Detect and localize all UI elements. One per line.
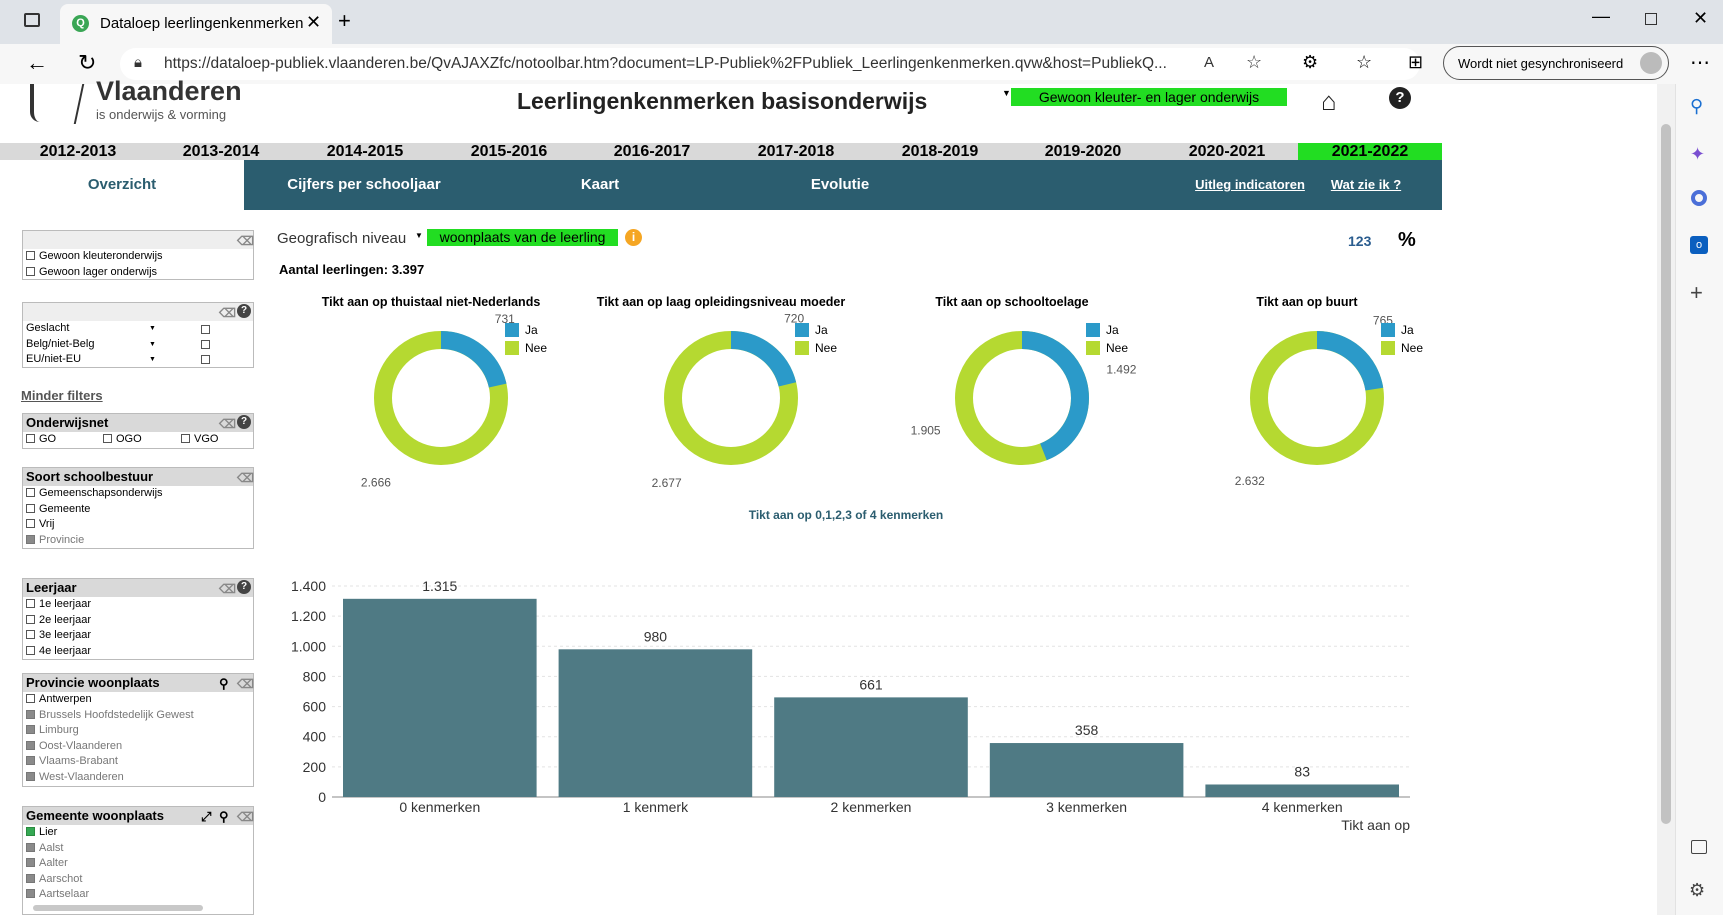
donut-title: Tikt aan op thuistaal niet-Nederlands [322, 295, 541, 309]
copilot-icon[interactable]: ✦ [1690, 144, 1705, 165]
donut-title: Tikt aan op schooltoelage [935, 295, 1088, 309]
legend-swatch-nee [505, 341, 519, 355]
legend-swatch-ja [1381, 323, 1395, 337]
bar-value-label: 83 [1294, 763, 1310, 779]
legend-swatch-ja [795, 323, 809, 337]
donut-title: Tikt aan op buurt [1256, 295, 1358, 309]
data-label: 1.492 [1106, 363, 1136, 377]
bar [774, 697, 968, 797]
y-tick-label: 800 [303, 668, 327, 684]
legend-swatch-ja [1086, 323, 1100, 337]
y-tick-label: 0 [318, 789, 326, 805]
edge-sidebar: ⚲ ✦ o + ⚙ [1675, 84, 1723, 915]
bar-value-label: 661 [859, 676, 883, 692]
bar-value-label: 980 [644, 628, 668, 644]
bar-chart-title: Tikt aan op 0,1,2,3 of 4 kenmerken [749, 508, 944, 522]
add-icon[interactable]: + [1690, 280, 1703, 306]
legend-label: Ja [815, 323, 828, 337]
legend-label: Nee [525, 341, 547, 355]
scrollbar-thumb[interactable] [1661, 124, 1671, 824]
y-tick-label: 200 [303, 759, 327, 775]
bar [989, 743, 1184, 797]
page-scrollbar[interactable] [1657, 84, 1675, 915]
bar [558, 649, 753, 797]
legend-label: Nee [1106, 341, 1128, 355]
x-tick-label: 0 kenmerken [399, 799, 480, 815]
x-tick-label: 2 kenmerken [831, 799, 912, 815]
legend-label: Ja [1106, 323, 1119, 337]
legend-swatch-ja [505, 323, 519, 337]
bar-value-label: 1.315 [422, 578, 457, 594]
y-tick-label: 400 [303, 729, 327, 745]
data-label: 2.666 [361, 476, 391, 490]
legend-label: Nee [815, 341, 837, 355]
legend-label: Ja [1401, 323, 1414, 337]
sidebar-toggle-icon[interactable] [1691, 840, 1707, 854]
search-icon[interactable]: ⚲ [1690, 96, 1703, 117]
charts-area: Tikt aan op thuistaal niet-Nederlands731… [291, 295, 1423, 833]
legend-swatch-nee [795, 341, 809, 355]
y-tick-label: 1.200 [291, 608, 326, 624]
legend-swatch-nee [1381, 341, 1395, 355]
donut-title: Tikt aan op laag opleidingsniveau moeder [597, 295, 846, 309]
bar [1205, 784, 1399, 797]
data-label: 2.677 [652, 476, 682, 490]
outlook-icon[interactable]: o [1690, 236, 1708, 254]
legend-label: Ja [525, 323, 538, 337]
more-icon[interactable]: ⋯ [1690, 50, 1710, 75]
bar-value-label: 358 [1075, 722, 1099, 738]
y-tick-label: 1.400 [291, 578, 326, 594]
data-label: 1.905 [911, 424, 941, 438]
x-axis-label: Tikt aan op [1341, 817, 1410, 833]
bar [343, 598, 537, 797]
x-tick-label: 1 kenmerk [623, 799, 689, 815]
close-window-icon[interactable]: ✕ [1693, 8, 1708, 29]
legend-swatch-nee [1086, 341, 1100, 355]
settings-icon[interactable]: ⚙ [1689, 880, 1705, 901]
legend-label: Nee [1401, 341, 1423, 355]
y-tick-label: 1.000 [291, 638, 326, 654]
office-icon[interactable] [1691, 190, 1707, 206]
x-tick-label: 4 kenmerken [1262, 799, 1343, 815]
x-tick-label: 3 kenmerken [1046, 799, 1127, 815]
data-label: 2.632 [1235, 474, 1265, 488]
y-tick-label: 600 [303, 699, 327, 715]
